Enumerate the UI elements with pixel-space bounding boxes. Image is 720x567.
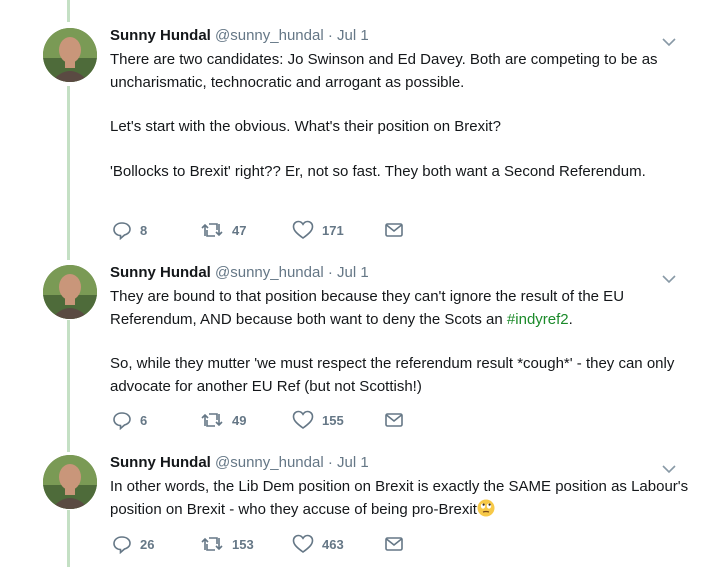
tweet-paragraph: In other words, the Lib Dem position on … (110, 476, 700, 521)
retweet-button[interactable]: 49 (200, 408, 246, 432)
retweet-icon (201, 223, 223, 237)
tweet-text: In other words, the Lib Dem position on … (110, 476, 700, 521)
hashtag-link[interactable]: #indyref2 (507, 311, 569, 328)
thread-line-1 (67, 86, 70, 260)
tweet-header: Sunny Hundal @sunny_hundal · Jul 1 (110, 453, 369, 473)
separator: · (327, 454, 333, 471)
tweet-header: Sunny Hundal @sunny_hundal · Jul 1 (110, 263, 369, 283)
tweet-date[interactable]: Jul 1 (337, 27, 369, 44)
reply-icon (113, 412, 131, 430)
reply-button[interactable]: 6 (112, 408, 147, 432)
message-button[interactable] (384, 408, 404, 432)
like-count: 463 (322, 536, 344, 552)
thread-line-top (67, 0, 70, 22)
tweet-paragraph: So, while they mutter 'we must respect t… (110, 355, 675, 395)
reply-button[interactable]: 26 (112, 532, 154, 556)
like-button[interactable]: 171 (292, 218, 344, 242)
envelope-icon (385, 537, 403, 551)
tweet-text: They are bound to that position because … (110, 286, 700, 398)
like-button[interactable]: 155 (292, 408, 344, 432)
reply-icon (113, 222, 131, 240)
thread-line-2 (67, 320, 70, 452)
envelope-icon (385, 223, 403, 237)
retweet-count: 49 (232, 412, 247, 428)
tweet-paragraph: There are two candidates: Jo Swinson and… (110, 51, 658, 91)
tweet-paragraph: Let's start with the obvious. What's the… (110, 118, 501, 136)
like-button[interactable]: 463 (292, 532, 344, 556)
tweet-date[interactable]: Jul 1 (337, 264, 369, 281)
avatar[interactable] (43, 265, 97, 319)
author-name[interactable]: Sunny Hundal (110, 454, 211, 471)
retweet-button[interactable]: 153 (200, 532, 254, 556)
avatar[interactable] (43, 28, 97, 82)
tweet-paragraph: 'Bollocks to Brexit' right?? Er, not so … (110, 162, 646, 180)
tweet-text-span: In other words, the Lib Dem position on … (110, 478, 689, 518)
tweet-paragraph: They are bound to that position because … (110, 286, 700, 331)
like-count: 155 (322, 412, 344, 428)
author-handle[interactable]: @sunny_hundal (215, 27, 324, 44)
avatar[interactable] (43, 455, 97, 509)
tweet-header: Sunny Hundal @sunny_hundal · Jul 1 (110, 26, 369, 46)
heart-icon (292, 410, 314, 429)
reply-count: 26 (140, 536, 155, 552)
separator: · (327, 264, 333, 281)
author-handle[interactable]: @sunny_hundal (215, 264, 324, 281)
retweet-icon (201, 537, 223, 551)
thread-line-3 (67, 510, 70, 567)
reply-count: 8 (140, 222, 148, 238)
tweet-text: There are two candidates: Jo Swinson and… (110, 49, 700, 183)
envelope-icon (385, 413, 403, 427)
tweet-date[interactable]: Jul 1 (337, 454, 369, 471)
author-name[interactable]: Sunny Hundal (110, 27, 211, 44)
reply-icon (113, 536, 131, 554)
tweet-text-span: . (568, 310, 573, 328)
message-button[interactable] (384, 532, 404, 556)
retweet-count: 153 (232, 536, 254, 552)
retweet-icon (201, 413, 223, 427)
reply-button[interactable]: 8 (112, 218, 147, 242)
author-name[interactable]: Sunny Hundal (110, 264, 211, 281)
heart-icon (292, 220, 314, 239)
separator: · (327, 27, 333, 44)
heart-icon (292, 534, 314, 553)
like-count: 171 (322, 222, 344, 238)
retweet-button[interactable]: 47 (200, 218, 246, 242)
reply-count: 6 (140, 412, 148, 428)
face-with-rolling-eyes-icon (477, 499, 495, 517)
author-handle[interactable]: @sunny_hundal (215, 454, 324, 471)
retweet-count: 47 (232, 222, 247, 238)
message-button[interactable] (384, 218, 404, 242)
